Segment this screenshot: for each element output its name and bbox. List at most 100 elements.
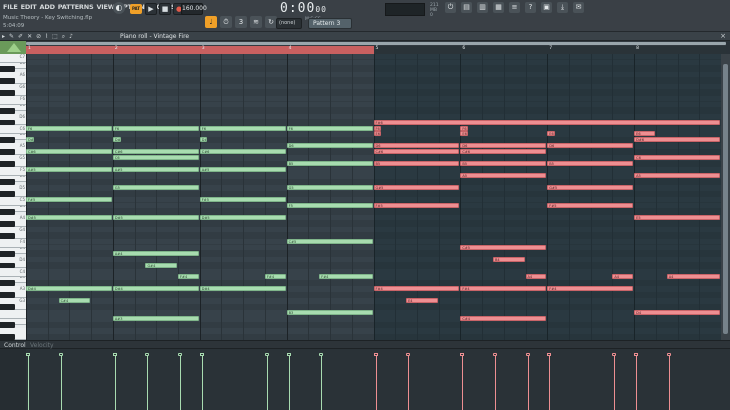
- black-key[interactable]: [0, 107, 15, 114]
- note-red[interactable]: A4: [666, 274, 720, 280]
- white-key[interactable]: C6: [0, 125, 26, 135]
- note-red[interactable]: E5: [634, 214, 720, 220]
- black-key[interactable]: [0, 89, 15, 96]
- note-red[interactable]: D6: [547, 143, 634, 149]
- note-red[interactable]: B4: [492, 256, 525, 262]
- note-green[interactable]: C6: [112, 155, 199, 161]
- black-key[interactable]: [0, 280, 15, 287]
- note-grid[interactable]: F6F6F6F6D#6D#6D#6D6C#6C#6C#6C6B5A#5A#5A#…: [26, 54, 721, 340]
- white-key[interactable]: F5: [0, 167, 26, 177]
- pencil-icon[interactable]: ✎: [9, 33, 14, 41]
- pattern-selector[interactable]: Pattern 3: [308, 18, 352, 29]
- note-red[interactable]: D6: [460, 143, 547, 149]
- velocity-stem[interactable]: [549, 356, 551, 410]
- velocity-stem[interactable]: [408, 356, 410, 410]
- note-green[interactable]: A#5: [112, 167, 199, 173]
- piano-roll-button[interactable]: ▥: [477, 2, 488, 13]
- menu-patterns[interactable]: PATTERNS: [58, 3, 94, 11]
- note-red[interactable]: C#6: [460, 149, 547, 155]
- black-key[interactable]: [0, 262, 15, 269]
- menu-view[interactable]: VIEW: [96, 3, 114, 11]
- note-red[interactable]: G#5: [373, 185, 460, 191]
- velocity-handle[interactable]: [199, 353, 204, 356]
- note-red[interactable]: B5: [373, 161, 460, 167]
- note-green[interactable]: A#5: [199, 167, 286, 173]
- note-green[interactable]: F5: [286, 202, 373, 208]
- note-green[interactable]: B3: [286, 310, 373, 316]
- black-key[interactable]: [0, 179, 15, 186]
- velocity-stem[interactable]: [114, 356, 116, 410]
- velocity-stem[interactable]: [288, 356, 290, 410]
- velocity-lane[interactable]: [0, 349, 730, 410]
- note-green[interactable]: F#4: [264, 274, 286, 280]
- note-green[interactable]: A#5: [26, 167, 112, 173]
- note-red[interactable]: F#4: [460, 286, 547, 292]
- black-key[interactable]: [0, 304, 15, 311]
- note-red[interactable]: F#6: [373, 119, 720, 125]
- note-red[interactable]: G#5: [547, 185, 634, 191]
- plugin-db-button[interactable]: ⤓: [557, 2, 568, 13]
- white-key[interactable]: F4: [0, 238, 26, 248]
- stop-button[interactable]: ■: [159, 3, 171, 15]
- velocity-stem[interactable]: [614, 356, 616, 410]
- white-key[interactable]: F6: [0, 95, 26, 105]
- velocity-stem[interactable]: [527, 356, 529, 410]
- velocity-handle[interactable]: [406, 353, 411, 356]
- note-red[interactable]: A4: [525, 274, 547, 280]
- wait-button[interactable]: ⏱: [220, 16, 232, 28]
- help-button[interactable]: ?: [525, 2, 536, 13]
- velocity-handle[interactable]: [525, 353, 530, 356]
- note-green[interactable]: A#4: [112, 250, 199, 256]
- note-red[interactable]: D4: [634, 310, 720, 316]
- black-key[interactable]: [0, 149, 15, 156]
- pattern-mode-button[interactable]: PAT: [130, 4, 142, 14]
- hint-knob-icon[interactable]: ◐: [113, 2, 125, 14]
- blend-button[interactable]: ≋: [250, 16, 262, 28]
- velocity-handle[interactable]: [112, 353, 117, 356]
- note-red[interactable]: F#4: [373, 286, 460, 292]
- velocity-handle[interactable]: [178, 353, 183, 356]
- velocity-handle[interactable]: [286, 353, 291, 356]
- note-green[interactable]: F6: [199, 125, 286, 131]
- velocity-handle[interactable]: [612, 353, 617, 356]
- note-red[interactable]: F6: [373, 125, 382, 131]
- note-green[interactable]: D#4: [112, 286, 199, 292]
- velocity-handle[interactable]: [264, 353, 269, 356]
- note-green[interactable]: G5: [286, 185, 373, 191]
- note-green[interactable]: D#4: [26, 286, 112, 292]
- note-green[interactable]: F#4: [319, 274, 373, 280]
- white-key[interactable]: C5: [0, 197, 26, 206]
- note-red[interactable]: F#4: [547, 286, 634, 292]
- note-green[interactable]: F6: [286, 125, 373, 131]
- black-key[interactable]: [0, 322, 15, 329]
- note-green[interactable]: D#4: [199, 286, 286, 292]
- velocity-handle[interactable]: [547, 353, 552, 356]
- note-green[interactable]: C#4: [58, 298, 91, 304]
- note-red[interactable]: E6: [547, 131, 555, 137]
- note-green[interactable]: D#6: [112, 137, 121, 143]
- menu-add[interactable]: ADD: [40, 3, 55, 11]
- timeline-ruler[interactable]: 1 2 3 4 5 6 7 8: [26, 46, 726, 54]
- velocity-stem[interactable]: [201, 356, 203, 410]
- note-green[interactable]: D#5: [199, 214, 286, 220]
- note-red[interactable]: E6: [634, 131, 655, 137]
- velocity-stem[interactable]: [180, 356, 182, 410]
- menu-file[interactable]: FILE: [3, 3, 18, 11]
- note-red[interactable]: F6: [460, 125, 469, 131]
- note-red[interactable]: E6: [460, 131, 469, 137]
- black-key[interactable]: [0, 119, 15, 126]
- note-green[interactable]: D6: [286, 143, 373, 149]
- velocity-stem[interactable]: [321, 356, 323, 410]
- black-key[interactable]: [0, 161, 15, 168]
- countdown-button[interactable]: 3: [235, 16, 247, 28]
- black-key[interactable]: [0, 65, 15, 72]
- white-key[interactable]: C7: [0, 54, 26, 63]
- velocity-handle[interactable]: [460, 353, 465, 356]
- black-key[interactable]: [0, 77, 15, 84]
- black-key[interactable]: [0, 250, 15, 257]
- note-red[interactable]: A5: [634, 173, 720, 179]
- delete-icon[interactable]: ✕: [27, 33, 32, 41]
- tempo-display[interactable]: 160.000: [181, 3, 207, 15]
- play-button[interactable]: ▶: [145, 3, 157, 15]
- note-green[interactable]: F6: [112, 125, 199, 131]
